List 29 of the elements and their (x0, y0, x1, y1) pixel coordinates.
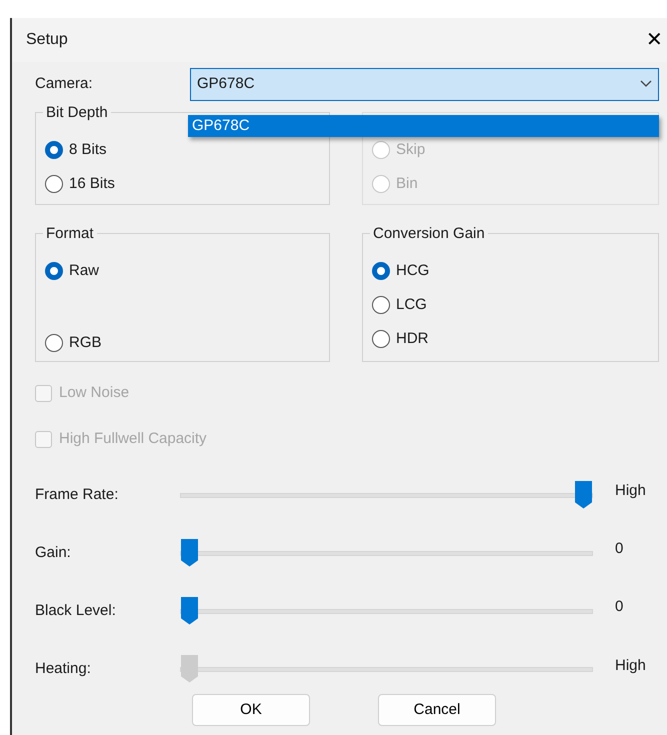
slider-value: 0 (615, 596, 624, 617)
radio-option[interactable]: 16 Bits (45, 167, 321, 201)
radio-option[interactable]: RGB (45, 326, 321, 360)
slider-label: Black Level: (35, 600, 117, 621)
slider-thumb[interactable] (181, 538, 198, 566)
radio-option[interactable]: Raw (45, 254, 321, 288)
close-button[interactable]: ✕ (642, 30, 667, 50)
slider-thumb[interactable] (181, 596, 198, 624)
checkbox-option: High Fullwell Capacity (35, 416, 659, 462)
checkbox-option: Low Noise (35, 370, 659, 416)
radio-option: Bin (372, 167, 650, 201)
slider-label: Gain: (35, 542, 72, 563)
window-title: Setup (26, 30, 68, 50)
camera-dropdown[interactable]: GP678C (190, 68, 659, 100)
chevron-down-icon (640, 80, 652, 88)
radio-option[interactable]: HCG (372, 254, 650, 288)
slider-label: Heating: (35, 658, 92, 679)
camera-label: Camera: (35, 74, 94, 94)
ok-button[interactable]: OK (192, 694, 310, 726)
radio-option[interactable]: LCG (372, 288, 650, 322)
slider-thumb[interactable] (575, 480, 592, 508)
slider-value: High (615, 656, 647, 676)
radio-option[interactable]: HDR (372, 322, 650, 356)
cancel-button[interactable]: Cancel (378, 694, 496, 726)
camera-value: GP678C (197, 74, 255, 94)
slider-value: High (615, 480, 647, 501)
slider-label: Frame Rate: (35, 484, 120, 505)
dropdown-option[interactable]: GP678C (188, 115, 659, 137)
slider-value: 0 (615, 538, 624, 559)
